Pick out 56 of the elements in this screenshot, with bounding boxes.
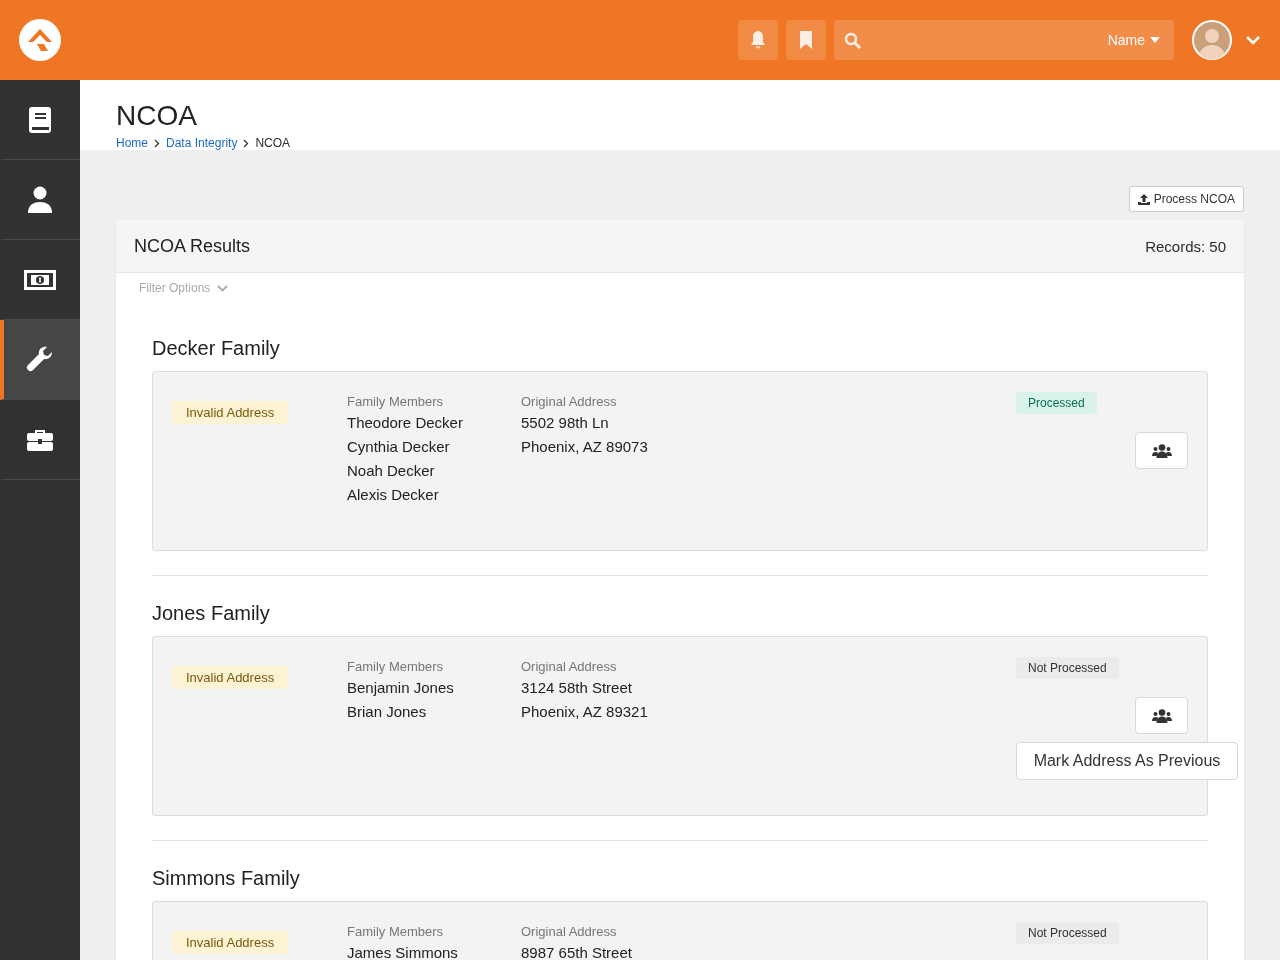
chevron-down-icon[interactable] xyxy=(1246,35,1260,45)
search-icon xyxy=(844,31,861,49)
chevron-right-icon xyxy=(154,138,160,148)
address-line: 8987 65th Street xyxy=(521,943,633,960)
invalid-address-badge: Invalid Address xyxy=(172,666,289,689)
address-label: Original Address xyxy=(521,923,618,941)
address-line: Phoenix, AZ 89073 xyxy=(521,437,649,457)
status-badge: Not Processed xyxy=(1016,657,1119,679)
process-ncoa-button[interactable]: Process NCOA xyxy=(1128,186,1244,212)
avatar[interactable] xyxy=(1192,20,1232,60)
member-name: James Simmons xyxy=(347,943,459,960)
address-line: Phoenix, AZ 89321 xyxy=(521,702,649,722)
toolbox-icon xyxy=(26,427,54,452)
group-icon xyxy=(1151,443,1172,458)
address-label: Original Address xyxy=(521,658,618,676)
family-name: Decker Family xyxy=(152,336,281,361)
address-line: 3124 58th Street xyxy=(521,678,633,698)
invalid-address-badge: Invalid Address xyxy=(172,931,289,954)
page-title: NCOA xyxy=(116,100,198,132)
upload-icon xyxy=(1137,193,1150,205)
members-label: Family Members xyxy=(347,658,445,676)
status-badge: Not Processed xyxy=(1016,922,1119,944)
member-name: Brian Jones xyxy=(347,702,428,722)
logo-icon[interactable] xyxy=(18,18,62,62)
bookmark-icon xyxy=(799,30,813,50)
book-icon xyxy=(28,105,52,134)
wrench-icon xyxy=(26,345,54,374)
status-badge: Processed xyxy=(1016,392,1097,414)
bell-icon xyxy=(749,30,767,50)
invalid-address-badge: Invalid Address xyxy=(172,401,289,424)
members-label: Family Members xyxy=(347,393,445,411)
member-name: Theodore Decker xyxy=(347,413,464,433)
person-icon xyxy=(28,185,52,214)
panel-title: NCOA Results xyxy=(134,235,251,257)
family-name: Jones Family xyxy=(152,601,271,626)
members-label: Family Members xyxy=(347,923,445,941)
address-label: Original Address xyxy=(521,393,618,411)
breadcrumb-link[interactable]: Home xyxy=(116,136,148,150)
breadcrumb-current: NCOA xyxy=(255,136,291,150)
sidebar-item[interactable] xyxy=(0,320,80,400)
breadcrumb-link[interactable]: Data Integrity xyxy=(166,136,238,150)
family-name: Simmons Family xyxy=(152,866,301,891)
member-name: Noah Decker xyxy=(347,461,436,481)
caret-icon xyxy=(1150,37,1160,43)
chevron-right-icon xyxy=(243,138,250,148)
records-count: Records: 50 xyxy=(1145,237,1226,255)
member-name: Cynthia Decker xyxy=(347,437,451,457)
mark-address-button[interactable]: Mark Address As Previous xyxy=(1016,742,1238,780)
family-button[interactable] xyxy=(1135,432,1188,469)
member-name: Benjamin Jones xyxy=(347,678,455,698)
member-name: Alexis Decker xyxy=(347,485,440,505)
group-icon xyxy=(1151,708,1172,723)
family-button[interactable] xyxy=(1135,697,1188,734)
address-line: 5502 98th Ln xyxy=(521,413,610,433)
banknote-icon xyxy=(23,268,57,291)
chevron-down-icon xyxy=(217,284,229,292)
